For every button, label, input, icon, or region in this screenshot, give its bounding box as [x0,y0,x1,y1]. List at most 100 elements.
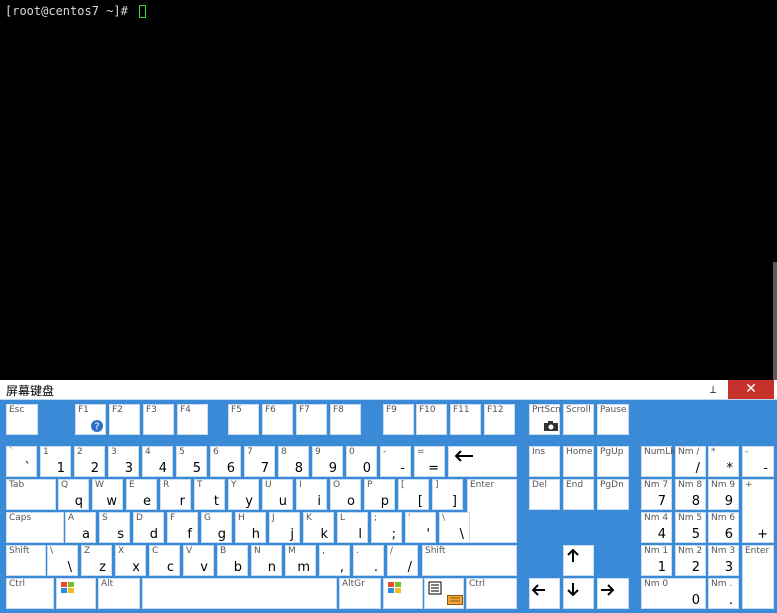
terminal-window[interactable]: [root@centos7 ~]# [0,0,777,380]
key-num-slash[interactable]: Nm / / [675,446,706,477]
key-number-8[interactable]: 88 [278,446,309,477]
key-z-9[interactable]: .. [353,545,384,576]
key-num8[interactable]: Nm 8 8 [675,479,706,510]
key-q-5[interactable]: Yy [228,479,259,510]
key-caps[interactable]: Caps [6,512,64,543]
key-num6[interactable]: Nm 6 6 [708,512,739,543]
key-enter[interactable]: Enter [467,479,517,543]
key-num-dot[interactable]: Nm .. [708,578,739,609]
key-z-5[interactable]: Bb [217,545,248,576]
key-number-6[interactable]: 66 [210,446,241,477]
key-backspace[interactable] [448,446,517,477]
key-f12[interactable]: F12 [484,404,515,435]
key-q-2[interactable]: Ee [126,479,157,510]
key-alt[interactable]: Alt [98,578,140,609]
key-z-1[interactable]: Zz [81,545,112,576]
key-number-9[interactable]: 99 [312,446,343,477]
key-arrow-up[interactable] [563,545,594,576]
key-arrow-right[interactable] [597,578,629,609]
key-q-11[interactable]: ]] [432,479,463,510]
close-button[interactable]: ✕ [728,380,774,399]
key-num9[interactable]: Nm 9 9 [708,479,739,510]
key-z-3[interactable]: Cc [149,545,180,576]
key-a-4[interactable]: Gg [201,512,232,543]
key-ins[interactable]: Ins [529,446,560,477]
key-number-3[interactable]: 33 [108,446,139,477]
key-prtsc[interactable]: PrtScn [529,404,561,435]
key-rctrl[interactable]: Ctrl [466,578,517,609]
key-f9[interactable]: F9 [383,404,414,435]
key-ctrl[interactable]: Ctrl [6,578,54,609]
key-q-1[interactable]: Ww [92,479,123,510]
key-end[interactable]: End [563,479,594,510]
key-f1[interactable]: F1? [75,404,106,435]
key-scroll[interactable]: Scroll [563,404,594,435]
key-a-0[interactable]: Aa [65,512,96,543]
terminal-scrollbar[interactable] [773,262,777,380]
key-num0[interactable]: Nm 0 0 [641,578,706,609]
key-num-plus[interactable]: + + [742,479,774,543]
key-num-star[interactable]: * * [708,446,739,477]
key-menu[interactable] [424,578,464,609]
key-a-1[interactable]: Ss [99,512,130,543]
key-f5[interactable]: F5 [228,404,259,435]
key-f8[interactable]: F8 [330,404,361,435]
key-z-10[interactable]: / / [387,545,418,576]
key-q-0[interactable]: Qq [58,479,89,510]
key-space[interactable] [142,578,337,609]
key-z-6[interactable]: Nn [251,545,282,576]
key-f2[interactable]: F2 [109,404,140,435]
key-num7[interactable]: Nm 7 7 [641,479,672,510]
key-q-6[interactable]: Uu [262,479,293,510]
key-arrow-down[interactable] [563,578,594,609]
key-num2[interactable]: Nm 2 2 [675,545,706,576]
osk-title-bar[interactable]: 屏幕键盘 ⊥ ✕ [0,380,777,400]
key-z-2[interactable]: Xx [115,545,146,576]
key-q-7[interactable]: Ii [296,479,327,510]
key-q-3[interactable]: Rr [160,479,191,510]
key-number-11[interactable]: -- [380,446,411,477]
key-z-0[interactable]: \ \ [47,545,78,576]
key-f3[interactable]: F3 [143,404,174,435]
key-q-4[interactable]: Tt [194,479,225,510]
key-num-minus[interactable]: -- [742,446,774,477]
key-number-4[interactable]: 44 [142,446,173,477]
key-altgr[interactable]: AltGr [339,578,381,609]
key-numlock[interactable]: NumLk [641,446,675,477]
key-q-8[interactable]: Oo [330,479,361,510]
key-a-7[interactable]: Kk [303,512,334,543]
key-q-10[interactable]: [[ [398,479,429,510]
key-num4[interactable]: Nm 4 4 [641,512,672,543]
key-rshift[interactable]: Shift [422,545,517,576]
key-number-10[interactable]: 00 [346,446,377,477]
key-f4[interactable]: F4 [177,404,208,435]
key-z-7[interactable]: Mm [285,545,316,576]
key-num-enter[interactable]: Enter [742,545,774,609]
key-a-8[interactable]: Ll [337,512,368,543]
key-a-10[interactable]: ' ' [405,512,436,543]
pin-button[interactable]: ⊥ [702,380,724,399]
key-pause[interactable]: Pause [597,404,629,435]
key-number-5[interactable]: 55 [176,446,207,477]
key-z-8[interactable]: ,, [319,545,350,576]
key-number-7[interactable]: 77 [244,446,275,477]
key-num1[interactable]: Nm 1 1 [641,545,672,576]
key-a-2[interactable]: Dd [133,512,164,543]
key-pgup[interactable]: PgUp [597,446,629,477]
key-esc[interactable]: Esc [6,404,38,435]
key-f7[interactable]: F7 [296,404,327,435]
key-f6[interactable]: F6 [262,404,293,435]
key-arrow-left[interactable] [529,578,560,609]
key-a-5[interactable]: Hh [235,512,266,543]
key-del[interactable]: Del [529,479,560,510]
key-number-12[interactable]: = = [414,446,445,477]
key-a-6[interactable]: Jj [269,512,300,543]
key-num5[interactable]: Nm 5 5 [675,512,706,543]
key-rwin[interactable] [383,578,423,609]
key-a-11[interactable]: \ \ [439,512,470,543]
key-number-1[interactable]: 11 [40,446,71,477]
key-num3[interactable]: Nm 3 3 [708,545,739,576]
key-f10[interactable]: F10 [416,404,447,435]
key-a-3[interactable]: Ff [167,512,198,543]
key-f11[interactable]: F11 [450,404,481,435]
